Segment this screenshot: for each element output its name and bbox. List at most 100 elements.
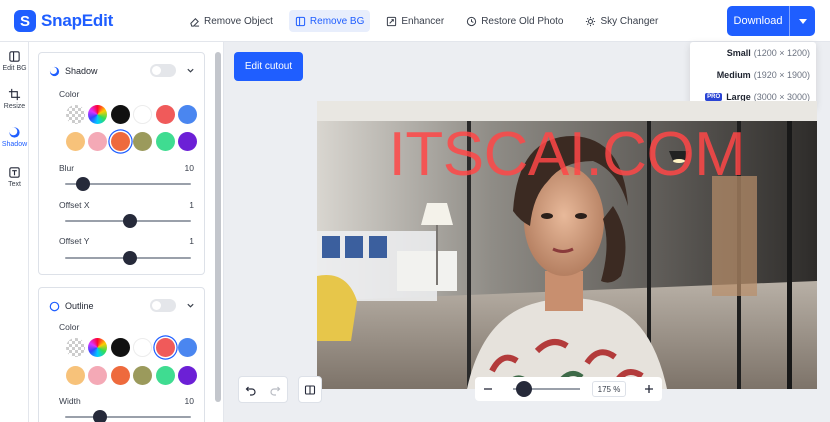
remove-bg-icon	[295, 16, 306, 26]
outline-width-slider[interactable]	[65, 410, 191, 422]
swatch-peach[interactable]	[66, 132, 85, 151]
offset-y-label: Offset Y	[59, 236, 90, 246]
slider-handle[interactable]	[123, 251, 138, 265]
toggle-knob	[152, 66, 161, 75]
offset-y-slider[interactable]	[65, 251, 191, 265]
shadow-swatch-row-2	[66, 132, 200, 151]
option-size: Small	[726, 48, 751, 58]
undo-icon	[245, 386, 256, 396]
rail-label: Resize	[3, 103, 26, 110]
swatch-purple[interactable]	[177, 132, 197, 151]
swatch-white[interactable]	[133, 338, 153, 357]
swatch-black[interactable]	[110, 338, 130, 357]
shadow-card-header[interactable]: Shadow	[49, 63, 195, 79]
swatch-custom-color[interactable]	[88, 338, 108, 357]
offset-x-slider[interactable]	[65, 214, 191, 228]
chevron-down-icon[interactable]	[186, 66, 195, 75]
swatch-orange[interactable]	[110, 366, 130, 385]
undo-button[interactable]	[239, 377, 263, 402]
option-size: Medium	[716, 70, 751, 80]
nav-label: Enhancer	[401, 15, 445, 27]
swatch-olive[interactable]	[133, 366, 153, 385]
download-menu-toggle[interactable]	[789, 6, 815, 36]
swatch-green[interactable]	[155, 366, 175, 385]
chevron-down-icon[interactable]	[186, 301, 195, 310]
outline-card-header[interactable]: Outline	[49, 298, 195, 314]
crop-icon	[8, 88, 21, 101]
offset-x-value: 1	[189, 200, 194, 210]
option-dims: (1200 × 1200)	[753, 48, 810, 58]
swatch-purple[interactable]	[177, 366, 197, 385]
download-option-small[interactable]: Small (1200 × 1200)	[690, 42, 816, 64]
option-dims: (1920 × 1900)	[753, 70, 810, 80]
panel-scrollbar[interactable]	[215, 52, 221, 402]
swatch-transparent[interactable]	[66, 105, 85, 124]
shadow-icon	[49, 66, 60, 76]
zoom-out-button[interactable]	[479, 380, 497, 398]
restore-icon	[467, 16, 477, 26]
outline-swatch-row-2	[66, 366, 200, 385]
rail-label: Text	[8, 181, 21, 188]
watermark-text: ITSCAI.COM	[388, 120, 746, 189]
zoom-in-button[interactable]	[640, 380, 658, 398]
nav-label: Sky Changer	[600, 15, 659, 27]
rail-item-edit-bg[interactable]: Edit BG	[0, 50, 29, 84]
app-logo[interactable]: S SnapEdit	[14, 9, 113, 33]
nav-restore-old-photo[interactable]: Restore Old Photo	[460, 10, 569, 32]
plus-icon	[645, 385, 653, 393]
swatch-orange-selected[interactable]	[110, 132, 130, 151]
swatch-red[interactable]	[155, 105, 175, 124]
nav-sky-changer[interactable]: Sky Changer	[579, 10, 664, 32]
blur-slider[interactable]	[65, 177, 191, 191]
brand-name: SnapEdit	[41, 11, 114, 30]
swatch-transparent[interactable]	[66, 338, 85, 357]
outline-toggle[interactable]	[150, 299, 176, 312]
nav-label: Remove BG	[309, 15, 365, 27]
swatch-blue[interactable]	[177, 105, 197, 124]
swatch-pink[interactable]	[88, 132, 108, 151]
swatch-olive[interactable]	[133, 132, 153, 151]
sky-icon	[586, 16, 596, 26]
rail-item-shadow[interactable]: Shadow	[0, 126, 29, 160]
minus-icon	[484, 388, 492, 390]
slider-handle[interactable]	[123, 214, 138, 228]
slider-handle[interactable]	[93, 410, 107, 422]
nav-enhancer[interactable]: Enhancer	[380, 10, 450, 32]
swatch-blue[interactable]	[177, 338, 197, 357]
toggle-knob	[152, 301, 161, 310]
swatch-custom-color[interactable]	[88, 105, 108, 124]
eraser-icon	[190, 17, 200, 27]
outline-icon	[49, 301, 60, 311]
rail-item-text[interactable]: Text	[0, 166, 29, 200]
swatch-white[interactable]	[133, 105, 153, 124]
zoom-slider-handle[interactable]	[516, 381, 533, 397]
download-button[interactable]: Download	[727, 6, 815, 36]
edit-cutout-button[interactable]: Edit cutout	[234, 52, 303, 81]
swatch-green[interactable]	[155, 132, 175, 151]
rail-item-resize[interactable]: Resize	[0, 88, 29, 122]
rail-label: Shadow	[1, 141, 28, 148]
nav-remove-object[interactable]: Remove Object	[183, 10, 279, 32]
outline-color-label: Color	[59, 322, 80, 332]
redo-button[interactable]	[263, 377, 287, 402]
swatch-peach[interactable]	[66, 366, 85, 385]
swatch-pink[interactable]	[88, 366, 108, 385]
shadow-toggle[interactable]	[150, 64, 176, 77]
download-option-medium[interactable]: Medium (1920 × 1900)	[690, 64, 816, 86]
zoom-value[interactable]: 175 %	[592, 381, 626, 397]
compare-icon	[304, 384, 316, 395]
swatch-black[interactable]	[110, 105, 130, 124]
redo-icon	[270, 386, 281, 396]
shadow-color-label: Color	[59, 89, 80, 99]
outline-swatch-row-1	[66, 338, 200, 357]
swatch-red-selected[interactable]	[155, 338, 175, 357]
outline-card: Outline Color Width 10	[38, 287, 205, 422]
slider-handle[interactable]	[76, 177, 91, 191]
nav-remove-bg[interactable]: Remove BG	[288, 10, 371, 32]
outline-title: Outline	[65, 301, 94, 311]
top-header: S SnapEdit Remove Object Remove BG Enhan…	[0, 0, 830, 42]
compare-button[interactable]	[298, 376, 322, 403]
width-label: Width	[59, 396, 81, 406]
blur-label: Blur	[59, 163, 75, 173]
top-nav: Remove Object Remove BG Enhancer Restore…	[183, 10, 674, 32]
